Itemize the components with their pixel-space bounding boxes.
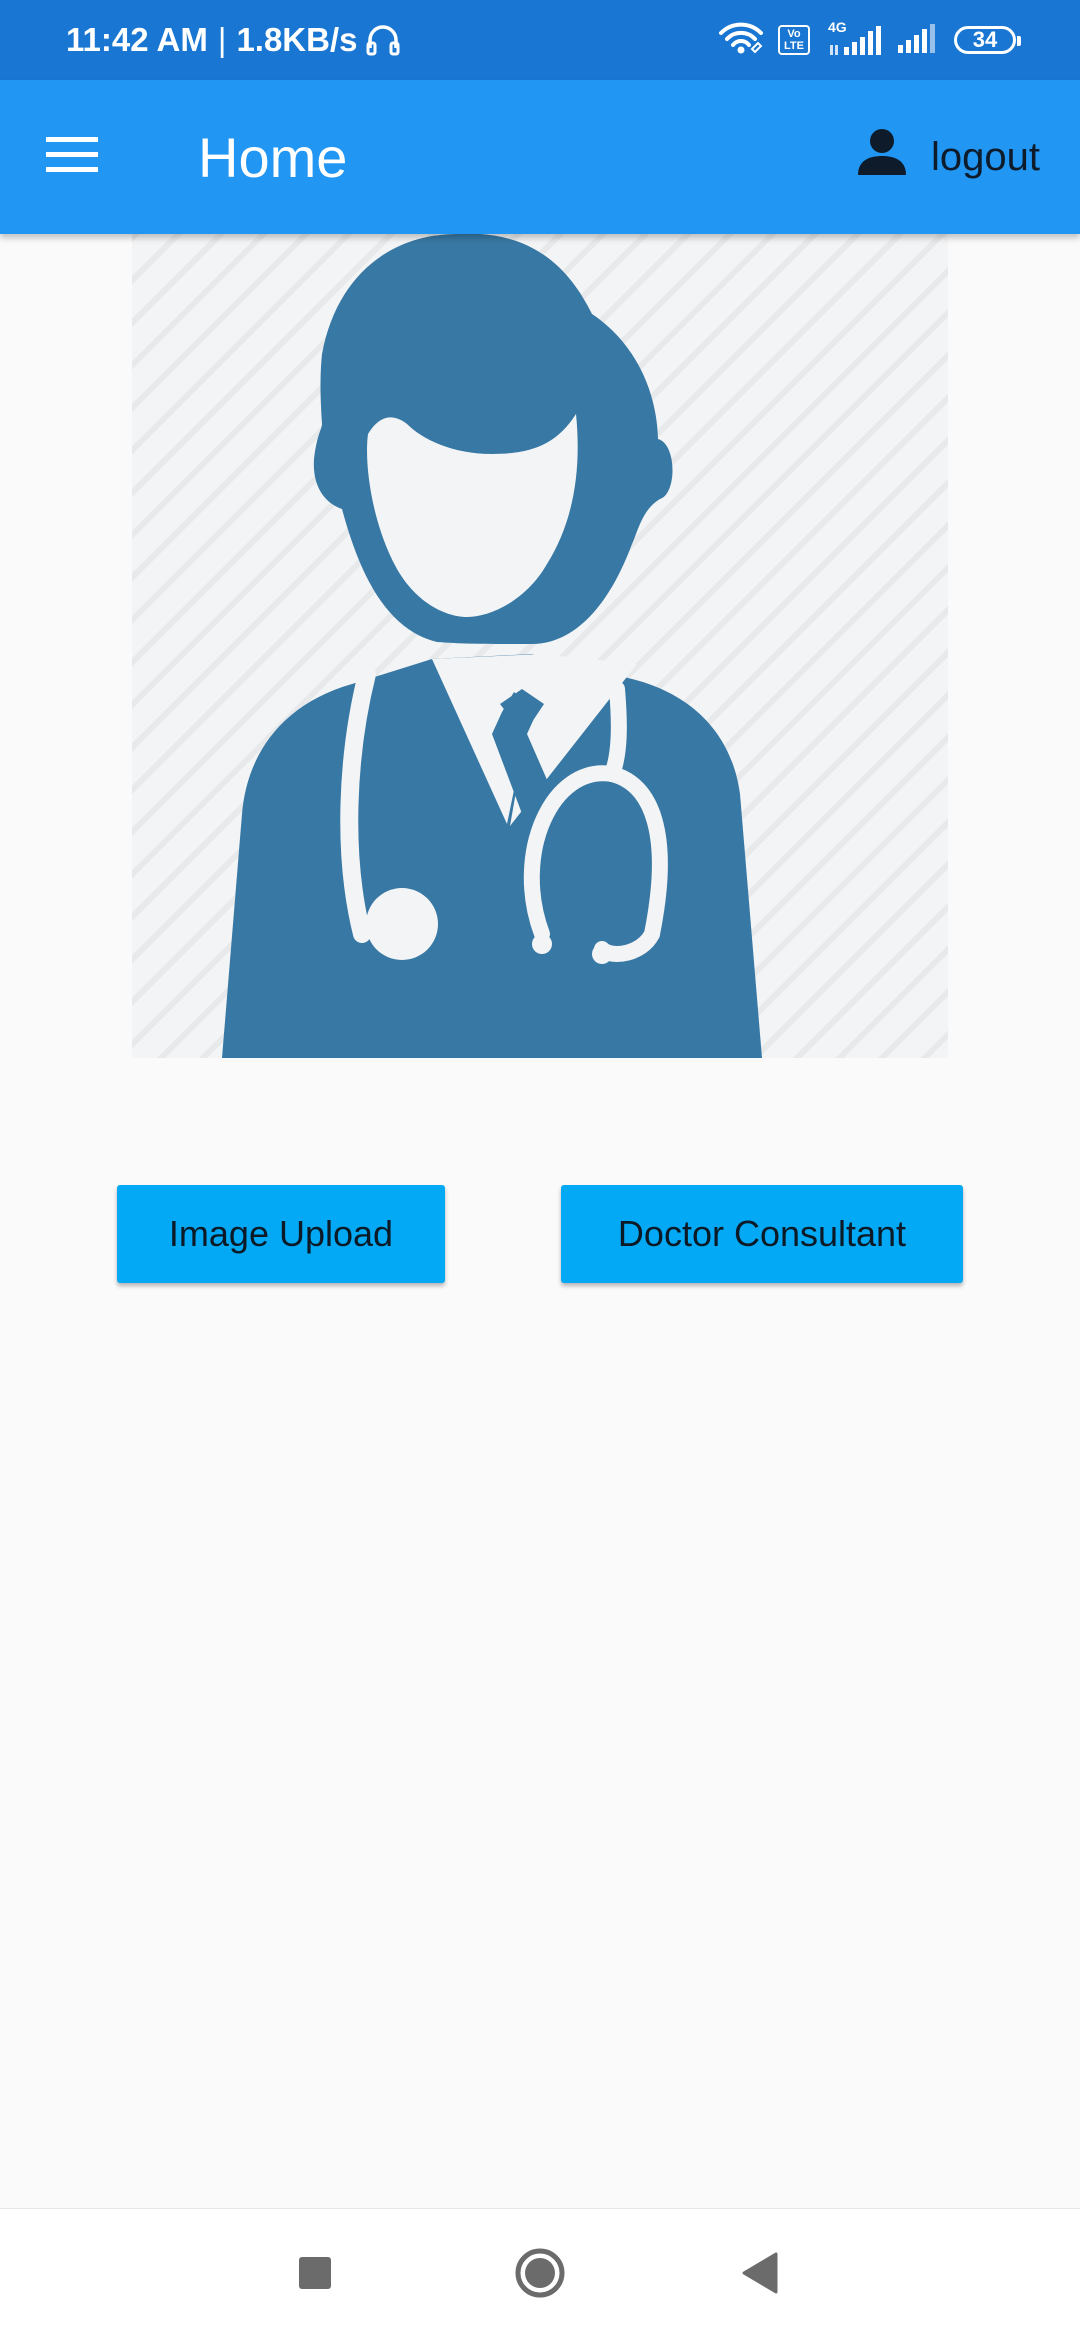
menu-button[interactable]	[32, 117, 112, 197]
battery-icon: 34	[954, 26, 1021, 54]
screen: 11:42 AM | 1.8KB/s Vo LTE 4G 34 Home log…	[0, 0, 1080, 2340]
status-bar: 11:42 AM | 1.8KB/s Vo LTE 4G 34	[0, 0, 1080, 80]
app-bar: Home logout	[0, 80, 1080, 234]
network-speed: 1.8KB/s	[236, 21, 358, 58]
back-icon	[740, 2252, 780, 2299]
page-title: Home	[198, 125, 348, 189]
menu-icon	[46, 135, 98, 180]
recents-icon	[298, 2256, 332, 2295]
status-right: Vo LTE 4G 34	[718, 0, 1021, 80]
navigation-bar	[0, 2208, 1080, 2340]
doctor-consultant-button[interactable]: Doctor Consultant	[561, 1185, 963, 1283]
image-upload-button[interactable]: Image Upload	[117, 1185, 445, 1283]
signal-icon	[896, 21, 940, 60]
battery-level: 34	[972, 27, 998, 52]
status-separator: |	[217, 21, 227, 58]
status-left: 11:42 AM | 1.8KB/s	[66, 0, 400, 80]
home-button[interactable]	[495, 2209, 585, 2340]
signal-icon: 4G	[824, 19, 882, 57]
person-icon	[857, 127, 907, 187]
volte-bottom-label: LTE	[784, 40, 804, 52]
wifi-icon	[718, 21, 764, 60]
image-upload-label: Image Upload	[168, 1213, 394, 1254]
volte-icon: Vo LTE	[778, 25, 810, 55]
home-icon	[514, 2247, 566, 2304]
headset-icon	[366, 22, 400, 58]
volte-top-label: Vo	[787, 28, 801, 40]
doctor-consultant-label: Doctor Consultant	[617, 1213, 907, 1254]
back-button[interactable]	[715, 2209, 805, 2340]
logout-button[interactable]: logout	[857, 110, 1040, 204]
doctor-illustration	[132, 234, 948, 1058]
logout-label: logout	[931, 134, 1040, 179]
status-time: 11:42 AM	[66, 21, 208, 58]
recents-button[interactable]	[270, 2209, 360, 2340]
